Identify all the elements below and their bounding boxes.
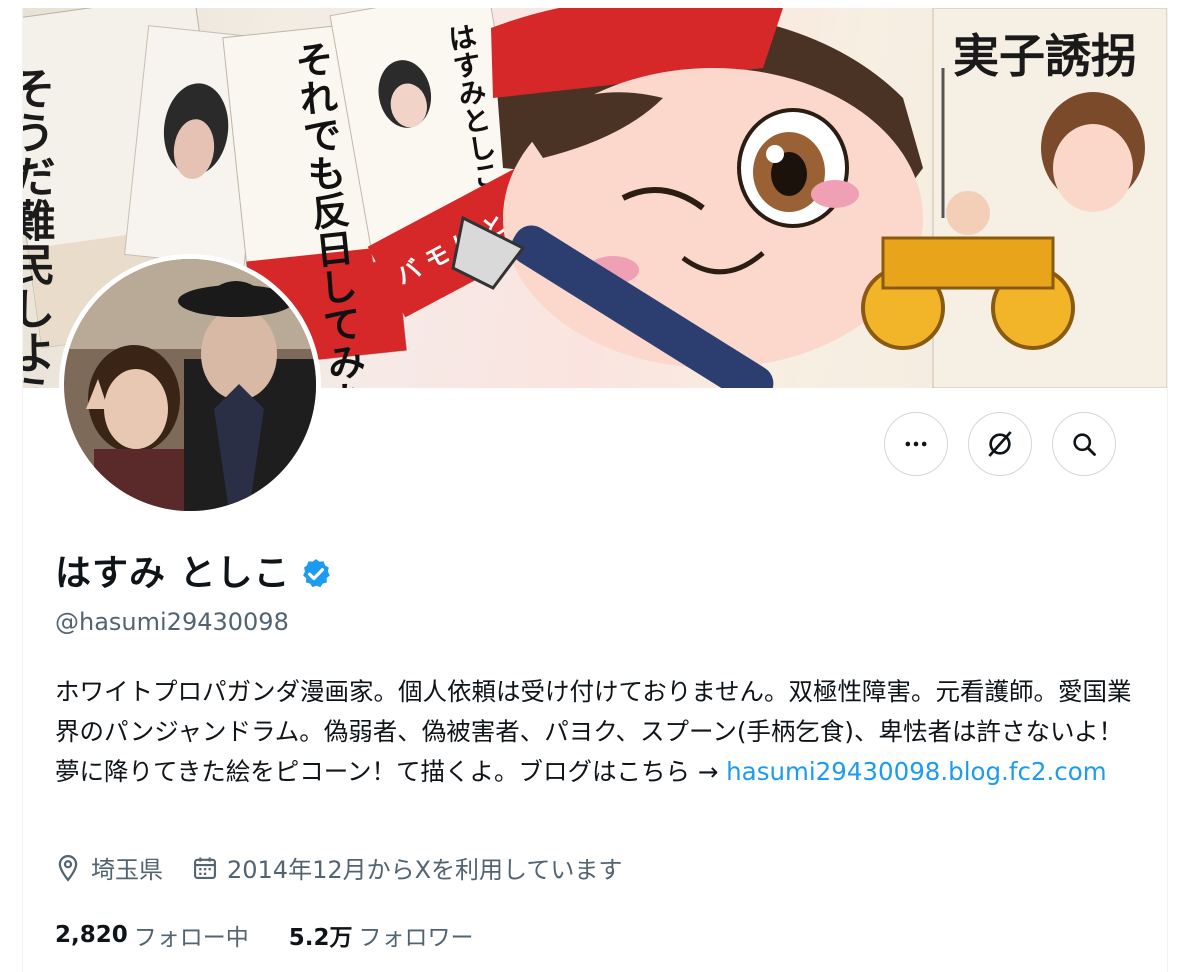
followers-count: 5.2万 — [288, 925, 353, 951]
grok-icon — [988, 431, 1012, 457]
calendar-icon — [194, 857, 216, 879]
profile-meta: 埼玉県 2014年12月からXを利用しています — [53, 850, 650, 885]
grok-button[interactable] — [968, 412, 1032, 476]
more-button[interactable] — [884, 412, 948, 476]
display-name: はすみ としこ — [55, 553, 291, 594]
more-icon — [905, 441, 927, 447]
location-item: 埼玉県 — [53, 850, 163, 885]
profile-card: そうだ難民しよう それでも反日してみたい はすみとしこ バ モ け とし こが … — [22, 8, 1168, 972]
search-button[interactable] — [1052, 412, 1116, 476]
following-link[interactable]: 2,820 フォロー中 — [55, 918, 249, 952]
search-icon — [1073, 433, 1096, 456]
avatar-photo — [64, 259, 316, 511]
profile-avatar[interactable] — [59, 254, 321, 516]
profile-bio: ホワイトプロパガンダ漫画家。個人依頼は受け付けておりません。双極性障害。元看護師… — [55, 672, 1135, 792]
followers-link[interactable]: 5.2万 フォロワー — [289, 918, 474, 952]
location-text: 埼玉県 — [91, 856, 163, 884]
joined-item: 2014年12月からXを利用しています — [191, 850, 622, 885]
bio-link[interactable]: hasumi29430098.blog.fc2.com — [726, 757, 1106, 786]
cover-text-refugee: そうだ難民しよう — [23, 66, 56, 388]
name-row: はすみ としこ — [55, 552, 333, 596]
followers-label: フォロワー — [358, 925, 474, 951]
joined-text: 2014年12月からXを利用しています — [227, 856, 623, 884]
verified-badge-icon[interactable] — [299, 557, 333, 591]
following-count: 2,820 — [55, 922, 128, 948]
cover-text-kidnap: 実子誘拐 — [953, 29, 1137, 83]
user-handle: @hasumi29430098 — [55, 608, 289, 636]
follow-stats: 2,820 フォロー中 5.2万 フォロワー — [55, 918, 514, 952]
following-label: フォロー中 — [133, 925, 249, 951]
location-pin-icon — [58, 854, 78, 882]
